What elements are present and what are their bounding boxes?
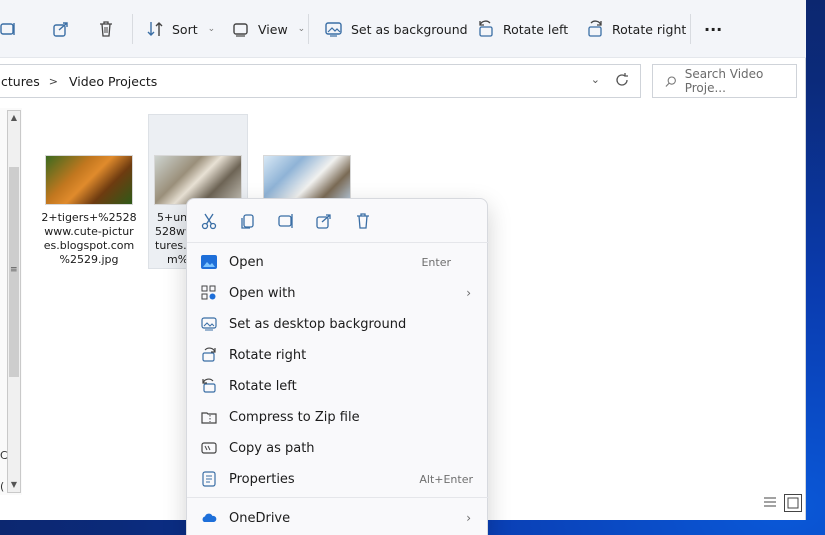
nav-fragment-text: C bbox=[0, 449, 8, 462]
menu-item-copy-as-path[interactable]: Copy as path bbox=[187, 433, 489, 463]
set-as-background-button[interactable]: Set as background bbox=[325, 14, 468, 44]
view-icon bbox=[233, 23, 248, 37]
command-bar: Sort ⌄ View ⌄ Set as background Rotate lef… bbox=[0, 0, 806, 58]
rotate-right-button[interactable]: Rotate right bbox=[586, 14, 686, 44]
chevron-down-icon[interactable]: ⌄ bbox=[591, 73, 600, 86]
file-item[interactable]: 2+tigers+%2528 www.cute-pictur es.blogsp… bbox=[39, 155, 139, 267]
image-thumbnail bbox=[45, 155, 133, 205]
onedrive-cloud-icon bbox=[201, 510, 217, 526]
menu-item-open-with[interactable]: Open with › bbox=[187, 278, 489, 308]
open-with-icon bbox=[201, 285, 217, 301]
scroll-down-icon[interactable]: ▼ bbox=[9, 478, 19, 492]
menu-divider bbox=[187, 497, 489, 498]
rename-icon[interactable] bbox=[276, 211, 296, 231]
rotate-right-icon bbox=[588, 20, 602, 37]
trash-icon[interactable] bbox=[353, 211, 373, 231]
more-options-button[interactable]: ··· bbox=[704, 14, 722, 44]
sort-label: Sort bbox=[172, 21, 198, 37]
share-icon[interactable] bbox=[314, 211, 334, 231]
chevron-down-icon: ⌄ bbox=[297, 24, 306, 34]
details-view-icon[interactable] bbox=[762, 494, 780, 512]
chevron-down-icon: ⌄ bbox=[207, 24, 216, 34]
rename-button[interactable] bbox=[0, 14, 18, 44]
trash-icon bbox=[100, 21, 112, 37]
chevron-right-icon: › bbox=[466, 286, 471, 300]
toolbar-separator bbox=[308, 14, 309, 44]
rotate-left-button[interactable]: Rotate left bbox=[477, 14, 568, 44]
search-placeholder: Search Video Proje... bbox=[684, 67, 764, 95]
shortcut-text: Alt+Enter bbox=[419, 472, 473, 486]
desktop-background-icon bbox=[325, 22, 342, 37]
breadcrumb-parent[interactable]: ctures bbox=[1, 74, 40, 89]
view-button[interactable]: View ⌄ bbox=[232, 14, 305, 44]
menu-item-label: Open bbox=[229, 254, 264, 270]
rotate-right-label: Rotate right bbox=[612, 21, 687, 37]
grip-icon: ≡ bbox=[10, 265, 18, 275]
share-button[interactable] bbox=[52, 14, 70, 44]
set-as-background-label: Set as background bbox=[351, 21, 468, 37]
search-box[interactable]: Search Video Proje... bbox=[652, 64, 797, 98]
properties-icon bbox=[201, 471, 217, 487]
sort-button[interactable]: Sort ⌄ bbox=[146, 14, 215, 44]
rotate-left-icon bbox=[479, 20, 493, 37]
file-name-line: 2+tigers+%2528 bbox=[41, 211, 137, 224]
copy-icon[interactable] bbox=[238, 211, 258, 231]
rotate-left-label: Rotate left bbox=[503, 21, 569, 37]
breadcrumb-separator: > bbox=[48, 74, 58, 88]
menu-item-rotate-left[interactable]: Rotate left bbox=[187, 371, 489, 401]
nav-scrollbar[interactable]: ▲ ≡ ▼ bbox=[7, 110, 21, 493]
desktop-background-icon bbox=[201, 316, 217, 332]
delete-button[interactable] bbox=[97, 14, 115, 44]
menu-item-label: OneDrive bbox=[229, 510, 291, 526]
menu-item-label: Rotate left bbox=[229, 378, 297, 394]
context-menu: Open Enter Open with › Set as desktop ba… bbox=[186, 198, 489, 535]
more-icon: ··· bbox=[704, 19, 723, 39]
large-icons-view-icon[interactable] bbox=[784, 494, 802, 512]
context-quick-actions bbox=[187, 199, 489, 243]
search-icon bbox=[665, 75, 676, 87]
nav-fragment-text: ( bbox=[0, 480, 5, 493]
cut-icon[interactable] bbox=[199, 211, 219, 231]
refresh-icon[interactable] bbox=[614, 72, 630, 91]
menu-item-properties[interactable]: Properties Alt+Enter bbox=[187, 464, 489, 494]
menu-item-label: Rotate right bbox=[229, 347, 307, 363]
menu-item-onedrive[interactable]: OneDrive › bbox=[187, 503, 489, 533]
view-label: View bbox=[258, 21, 288, 37]
breadcrumb-current[interactable]: Video Projects bbox=[69, 74, 157, 89]
file-name-line: %2529.jpg bbox=[59, 253, 119, 266]
menu-item-open[interactable]: Open Enter bbox=[187, 247, 489, 277]
shortcut-text: Enter bbox=[421, 255, 451, 269]
address-bar[interactable]: ctures > Video Projects ⌄ bbox=[0, 64, 641, 98]
menu-item-label: Set as desktop background bbox=[229, 316, 407, 332]
menu-item-set-desktop-background[interactable]: Set as desktop background bbox=[187, 309, 489, 339]
menu-item-rotate-right[interactable]: Rotate right bbox=[187, 340, 489, 370]
copy-path-icon bbox=[201, 440, 217, 456]
rotate-left-icon bbox=[201, 378, 217, 394]
menu-item-compress-zip[interactable]: Compress to Zip file bbox=[187, 402, 489, 432]
zip-folder-icon bbox=[201, 409, 217, 425]
menu-item-label: Open with bbox=[229, 285, 296, 301]
photos-app-icon bbox=[201, 254, 217, 270]
sort-icon bbox=[147, 22, 163, 36]
scroll-up-icon[interactable]: ▲ bbox=[9, 111, 19, 125]
rotate-right-icon bbox=[201, 347, 217, 363]
toolbar-separator bbox=[132, 14, 133, 44]
menu-item-label: Properties bbox=[229, 471, 295, 487]
file-name-line: www.cute-pictur bbox=[44, 225, 134, 238]
chevron-right-icon: › bbox=[466, 511, 471, 525]
file-name-line: es.blogspot.com bbox=[43, 239, 135, 252]
menu-item-label: Compress to Zip file bbox=[229, 409, 360, 425]
rename-icon bbox=[0, 23, 15, 35]
menu-item-label: Copy as path bbox=[229, 440, 315, 456]
share-icon bbox=[53, 22, 68, 37]
toolbar-separator bbox=[690, 14, 691, 44]
